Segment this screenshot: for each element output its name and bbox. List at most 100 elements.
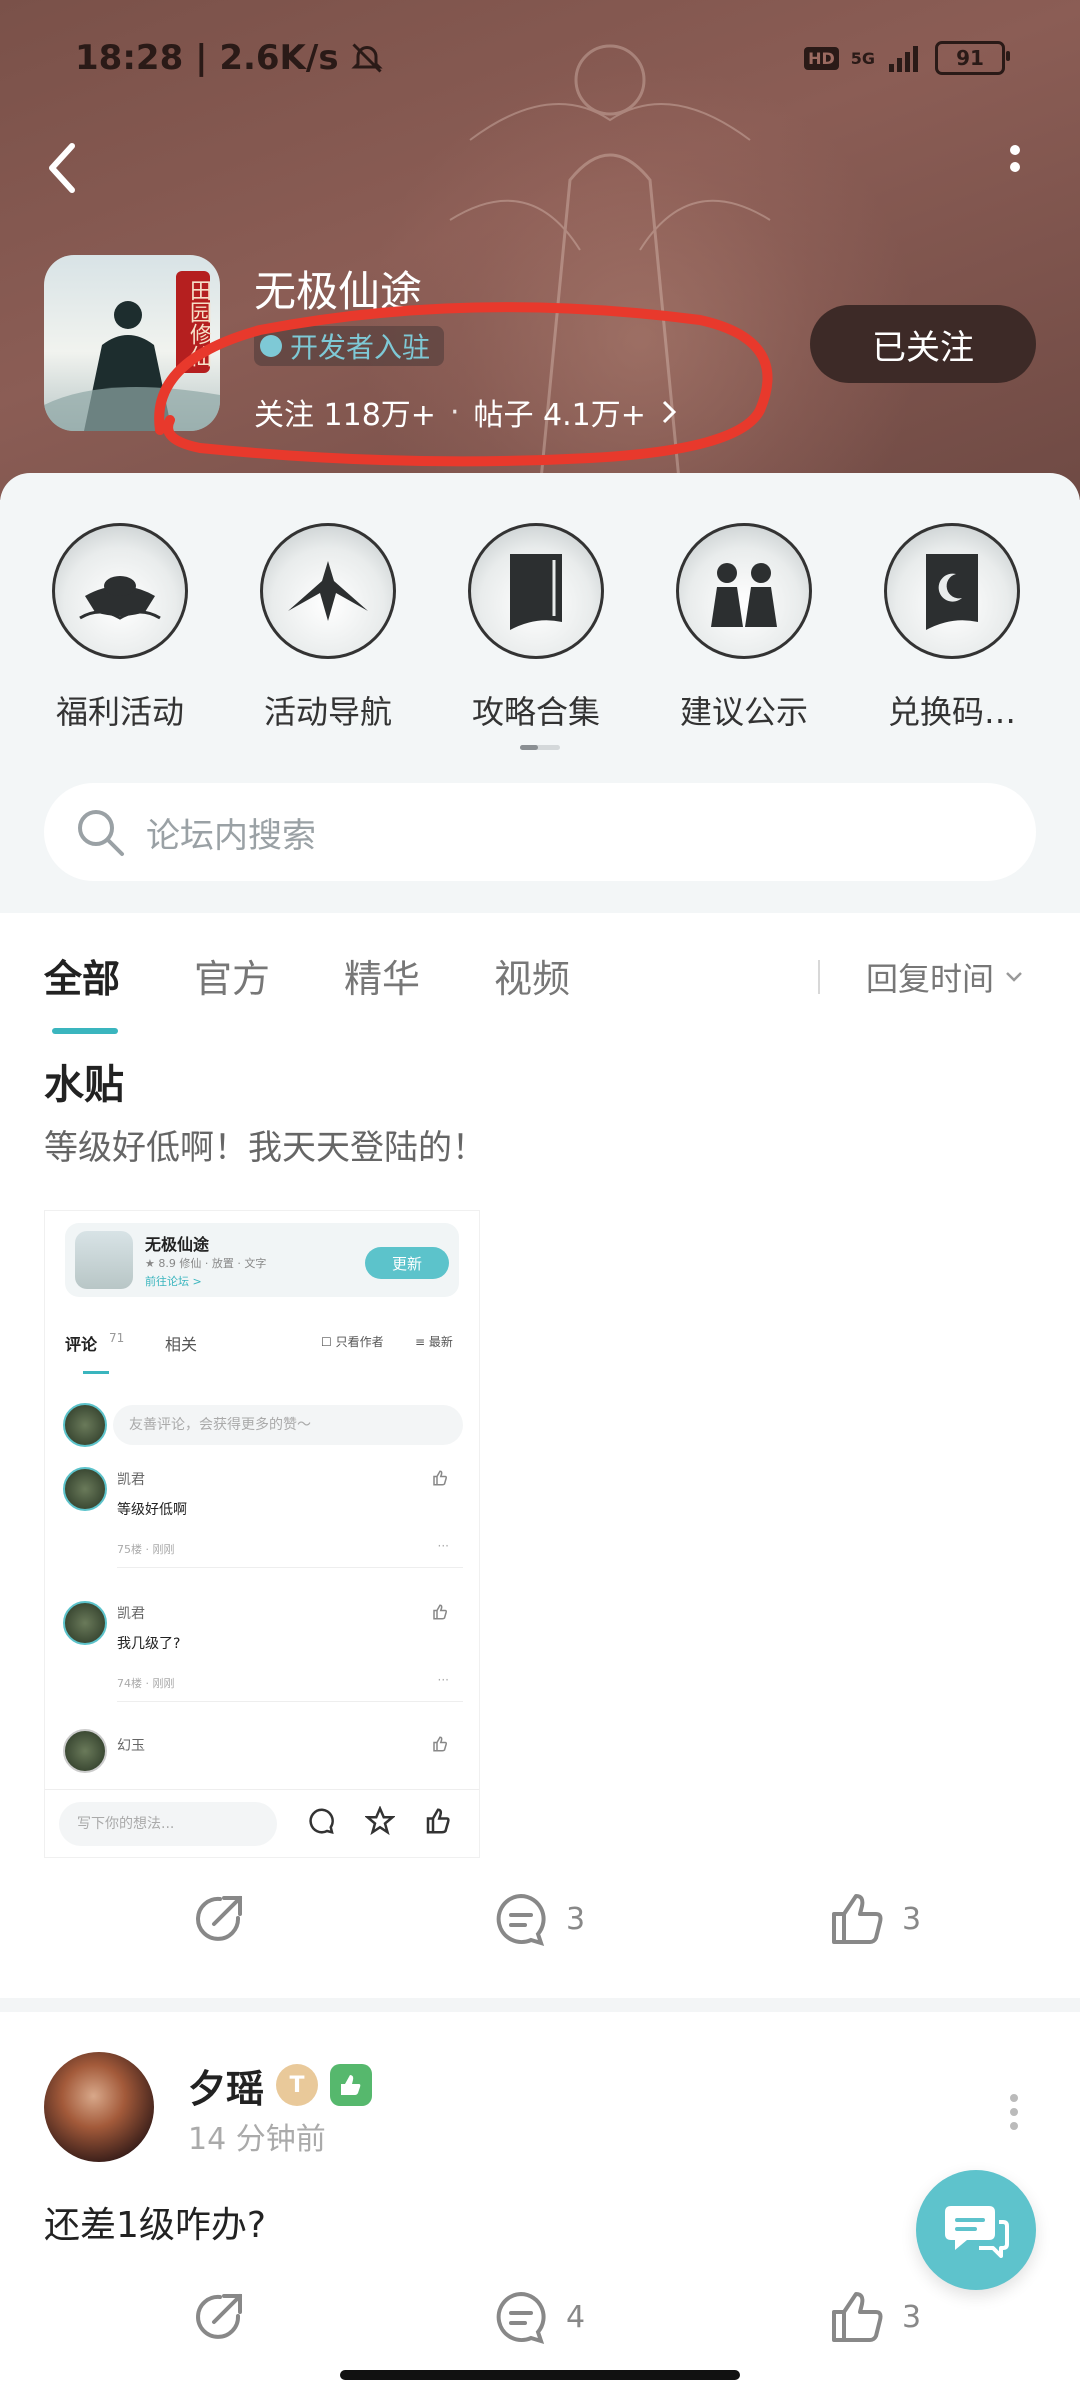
post-actions: 3 3 bbox=[0, 1888, 1080, 1968]
post-actions: 4 3 bbox=[0, 2286, 1080, 2366]
chevron-right-icon bbox=[662, 400, 676, 424]
share-button[interactable] bbox=[188, 1888, 250, 1950]
tab-all[interactable]: 全部 bbox=[44, 948, 120, 1003]
post-divider bbox=[0, 1998, 1080, 2012]
image-tab-underline bbox=[83, 1371, 109, 1374]
app-title: 无极仙途 bbox=[254, 267, 423, 316]
back-arrow-icon[interactable] bbox=[40, 138, 90, 198]
image-comments-count: 71 bbox=[109, 1331, 125, 1345]
image-avatar bbox=[63, 1403, 107, 1447]
image-only-author: ☐ 只看作者 bbox=[321, 1335, 384, 1349]
app-icon-seal: 田园修仙 bbox=[176, 271, 211, 373]
image-comment-item: 幻玉 bbox=[63, 1727, 463, 1787]
follow-button[interactable]: 已关注 bbox=[810, 305, 1036, 383]
search-placeholder: 论坛内搜索 bbox=[146, 815, 316, 856]
comment-count: 4 bbox=[566, 2299, 586, 2335]
network-label: 5G bbox=[850, 48, 875, 68]
like-button[interactable]: 3 bbox=[826, 1888, 921, 1950]
more-vertical-icon[interactable] bbox=[1008, 2092, 1020, 2132]
image-only-author-label: 只看作者 bbox=[335, 1335, 384, 1349]
avatar[interactable] bbox=[44, 2052, 154, 2162]
image-app-card: 无极仙途 ★ 8.9 修仙 · 放置 · 文字 前往论坛 > 更新 bbox=[65, 1223, 459, 1297]
image-comment-avatar bbox=[63, 1729, 107, 1773]
status-bar: 18:28 | 2.6K/s HD 5G 91 bbox=[75, 36, 1010, 80]
image-comment-avatar bbox=[63, 1467, 107, 1511]
image-separator bbox=[117, 1701, 463, 1702]
post-body[interactable]: 还差1级咋办? bbox=[44, 2196, 266, 2248]
developer-badge: 开发者入驻 bbox=[254, 326, 445, 366]
image-forum-link: 前往论坛 > bbox=[145, 1275, 202, 1288]
thumb-up-icon bbox=[433, 1470, 447, 1486]
image-comment-input-row: 友善评论，会获得更多的赞～ bbox=[63, 1401, 463, 1447]
home-indicator[interactable] bbox=[340, 2370, 740, 2380]
like-button[interactable]: 3 bbox=[826, 2286, 921, 2348]
gold-ingot-icon bbox=[52, 523, 188, 659]
shortcut-label: 福利活动 bbox=[55, 693, 184, 731]
comment-button[interactable]: 3 bbox=[490, 1888, 585, 1950]
image-tab-comments: 评论 bbox=[65, 1335, 98, 1354]
thumb-up-icon bbox=[433, 1736, 447, 1752]
shortcut-welfare[interactable]: 福利活动 bbox=[16, 523, 224, 733]
shortcut-redeem-codes[interactable]: 兑换码… bbox=[848, 523, 1056, 733]
chevron-down-icon bbox=[1006, 972, 1022, 982]
post-screenshot-image[interactable]: 无极仙途 ★ 8.9 修仙 · 放置 · 文字 前往论坛 > 更新 评论 71 … bbox=[44, 1210, 480, 1858]
image-comment-text: 我几级了? bbox=[117, 1636, 181, 1652]
image-bottom-bar: 写下你的想法... bbox=[45, 1789, 479, 1857]
image-comment-name: 凯君 bbox=[117, 1606, 145, 1622]
page-indicator bbox=[520, 745, 560, 750]
image-tab-related: 相关 bbox=[165, 1335, 198, 1354]
shortcut-row: 福利活动 活动导航 攻略合集 建议公示 兑换码… bbox=[0, 523, 1080, 733]
shortcut-event-nav[interactable]: 活动导航 bbox=[224, 523, 432, 733]
post-body[interactable]: 等级好低啊！我天天登陆的！ bbox=[44, 1120, 486, 1169]
image-comment-input: 友善评论，会获得更多的赞～ bbox=[113, 1405, 463, 1445]
image-comment-tabs: 评论 71 相关 ☐ 只看作者 ≡ 最新 bbox=[65, 1331, 465, 1361]
thumb-up-icon bbox=[832, 1894, 883, 1944]
image-newest-label: 最新 bbox=[428, 1335, 453, 1349]
post-username[interactable]: 夕瑶 bbox=[188, 2058, 264, 2113]
comment-count: 3 bbox=[566, 1901, 586, 1937]
moon-scroll-icon bbox=[884, 523, 1020, 659]
shortcut-suggestions[interactable]: 建议公示 bbox=[640, 523, 848, 733]
forum-search-bar[interactable]: 论坛内搜索 bbox=[44, 783, 1036, 881]
like-count: 3 bbox=[902, 1901, 922, 1937]
image-write-input: 写下你的想法... bbox=[59, 1802, 277, 1846]
thumb-up-icon bbox=[832, 2292, 883, 2342]
shortcut-panel: 福利活动 活动导航 攻略合集 建议公示 兑换码… 论坛内搜索 bbox=[0, 473, 1080, 913]
image-comment-avatar bbox=[63, 1601, 107, 1645]
forum-stats[interactable]: 关注 118万+ · 帖子 4.1万+ bbox=[254, 390, 678, 434]
signal-icon bbox=[889, 46, 918, 72]
image-comment-meta: 75楼 · 刚刚 bbox=[117, 1543, 175, 1556]
compose-post-button[interactable] bbox=[916, 2170, 1036, 2290]
hd-badge: HD bbox=[804, 46, 839, 70]
tab-featured[interactable]: 精华 bbox=[344, 948, 420, 1003]
image-more-dots: ··· bbox=[437, 1539, 449, 1553]
level-badge: T bbox=[276, 2064, 318, 2106]
thumb-badge-icon bbox=[330, 2064, 372, 2106]
shortcut-guides[interactable]: 攻略合集 bbox=[432, 523, 640, 733]
image-comment-item: 凯君 我几级了? 74楼 · 刚刚 ··· bbox=[63, 1593, 463, 1703]
sort-label: 回复时间 bbox=[866, 960, 995, 998]
star-icon bbox=[365, 1806, 395, 1836]
comment-button[interactable]: 4 bbox=[490, 2286, 585, 2348]
image-newest: ≡ 最新 bbox=[415, 1335, 453, 1349]
tab-divider bbox=[818, 960, 820, 994]
tab-official[interactable]: 官方 bbox=[194, 948, 270, 1003]
shortcut-label: 活动导航 bbox=[263, 693, 392, 731]
shortcut-label: 攻略合集 bbox=[471, 693, 600, 731]
post-tabs: 全部 官方 精华 视频 回复时间 bbox=[0, 940, 1080, 1034]
posts-count: 帖子 4.1万+ bbox=[473, 398, 646, 433]
comment-icon bbox=[496, 2291, 546, 2345]
comment-icon bbox=[309, 1808, 334, 1834]
share-button[interactable] bbox=[188, 2286, 250, 2348]
battery-indicator: 91 bbox=[935, 41, 1010, 75]
sort-dropdown[interactable]: 回复时间 bbox=[866, 954, 1024, 1000]
image-comment-name: 幻玉 bbox=[117, 1738, 145, 1754]
more-vertical-icon[interactable] bbox=[1005, 142, 1025, 192]
image-update-button: 更新 bbox=[365, 1247, 449, 1279]
tab-video[interactable]: 视频 bbox=[494, 948, 570, 1003]
thumb-up-icon bbox=[426, 1808, 450, 1834]
forum-header: 18:28 | 2.6K/s HD 5G 91 田园修仙 无极仙途 开发者入驻 … bbox=[0, 0, 1080, 500]
like-count: 3 bbox=[902, 2299, 922, 2335]
post-title[interactable]: 水贴 bbox=[44, 1052, 124, 1110]
share-icon bbox=[196, 2294, 242, 2339]
